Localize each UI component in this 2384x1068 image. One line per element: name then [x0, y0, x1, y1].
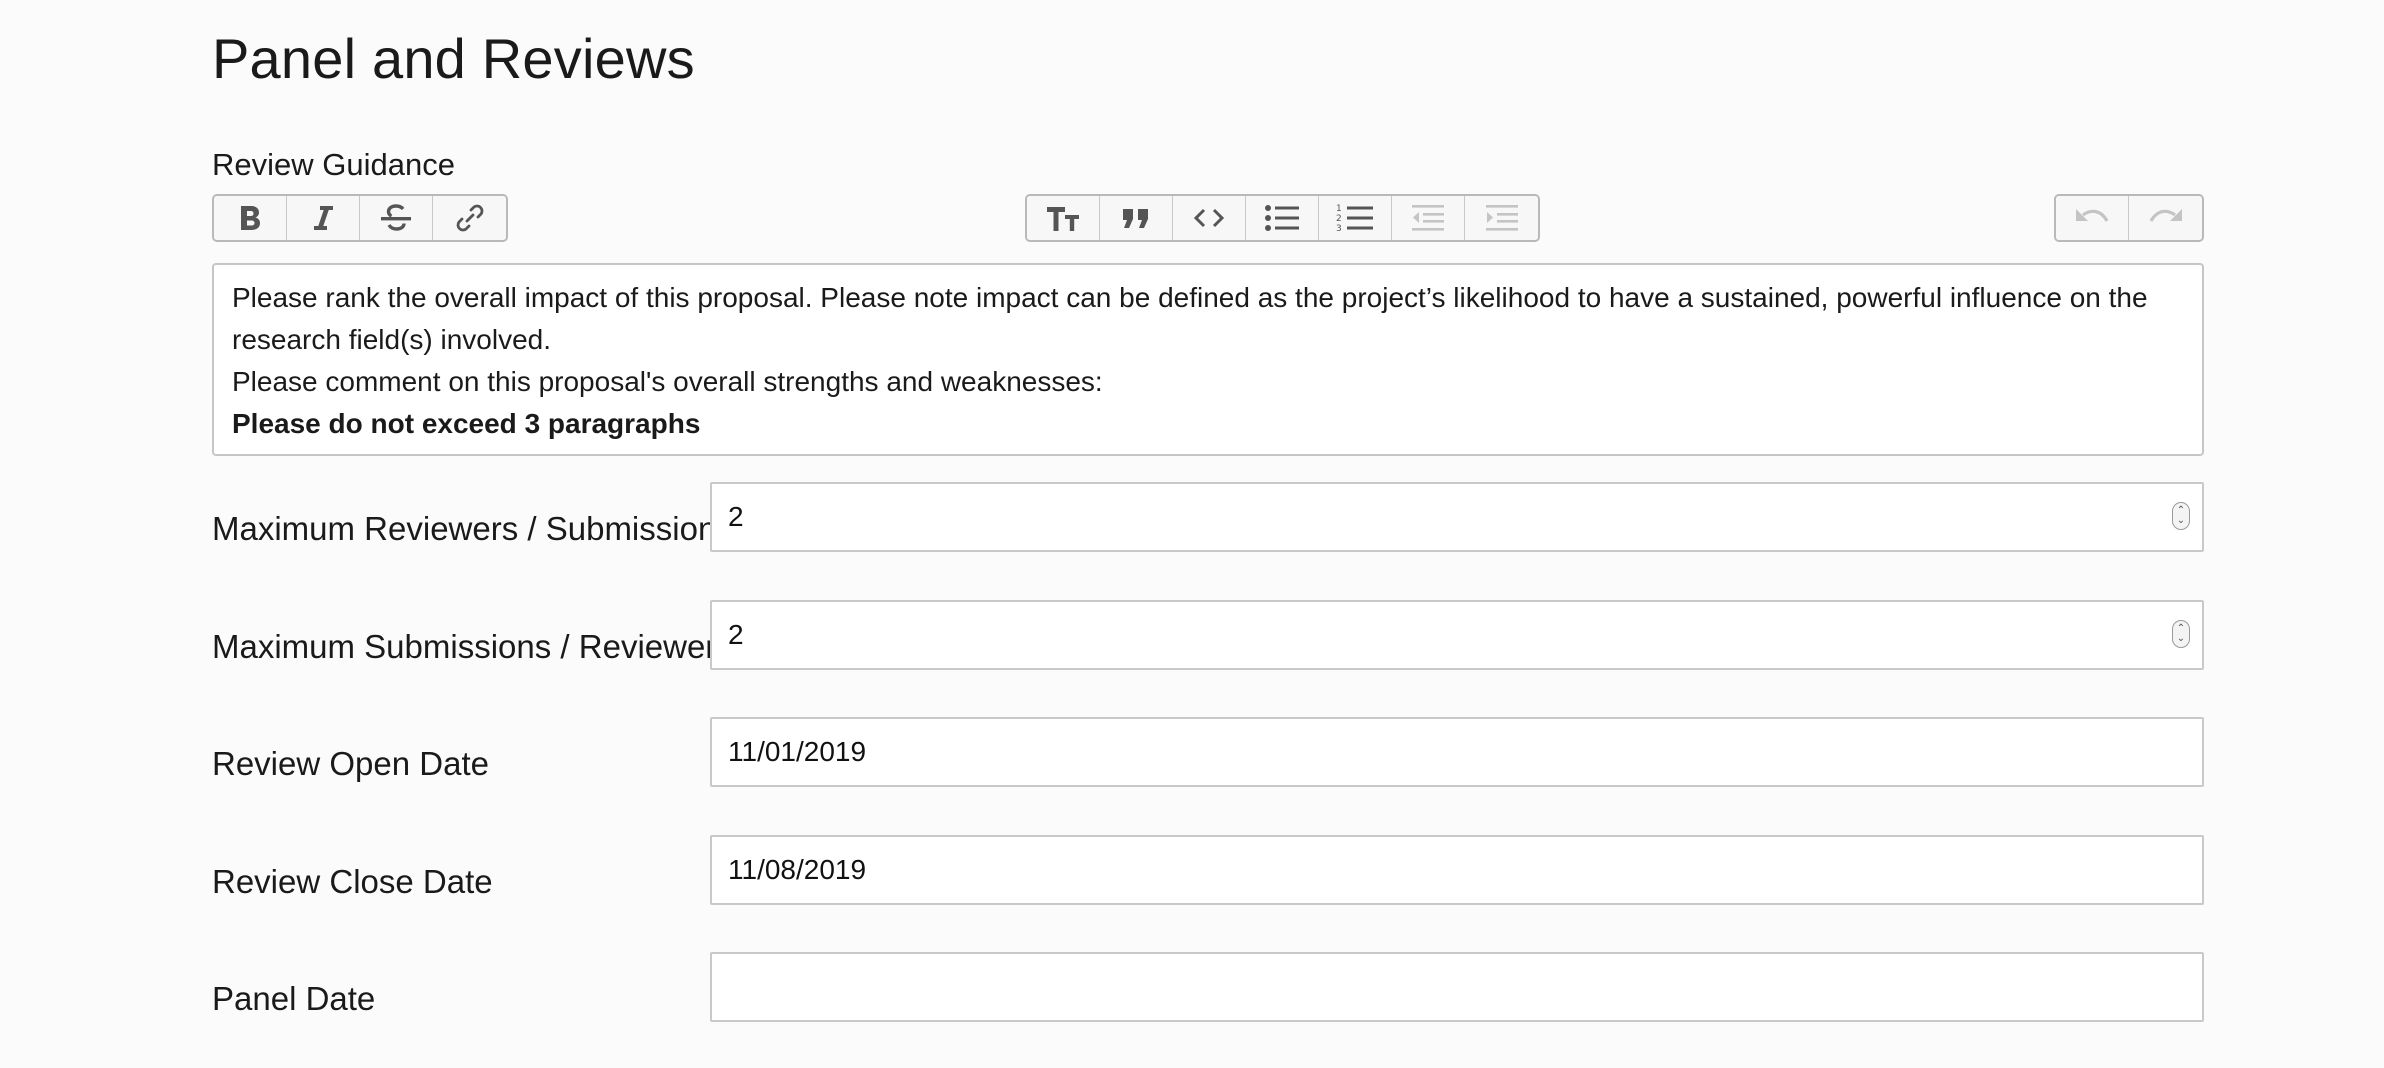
review-close-date-input[interactable]: [710, 835, 2204, 905]
bold-button[interactable]: [214, 196, 287, 240]
max-reviewers-input[interactable]: [710, 482, 2204, 552]
panel-date-input[interactable]: [710, 952, 2204, 1022]
max-submissions-row: Maximum Submissions / Reviewer ⌃ ⌄: [212, 600, 2204, 670]
review-open-date-label: Review Open Date: [212, 745, 489, 782]
quote-button[interactable]: [1100, 196, 1173, 240]
panel-date-label: Panel Date: [212, 980, 376, 1017]
review-open-date-input[interactable]: [710, 717, 2204, 787]
review-close-date-row: Review Close Date: [212, 835, 2204, 905]
svg-text:3: 3: [1336, 224, 1342, 234]
review-close-date-label: Review Close Date: [212, 863, 493, 900]
numbered-list-button[interactable]: 123: [1319, 196, 1392, 240]
panel-date-row: Panel Date: [212, 952, 2204, 1022]
max-reviewers-stepper[interactable]: ⌃ ⌄: [2172, 502, 2190, 530]
max-submissions-wrapper: ⌃ ⌄: [710, 600, 2204, 670]
bullet-list-button[interactable]: [1246, 196, 1319, 240]
chevron-down-icon: ⌄: [2176, 633, 2186, 644]
review-open-date-row: Review Open Date: [212, 717, 2204, 787]
indent-icon: [1485, 205, 1518, 231]
review-guidance-label: Review Guidance: [212, 147, 455, 182]
guidance-paragraph-bold: Please do not exceed 3 paragraphs: [232, 408, 701, 439]
chevron-down-icon: ⌄: [2176, 515, 2186, 526]
max-submissions-stepper[interactable]: ⌃ ⌄: [2172, 620, 2190, 648]
bold-icon: [241, 206, 260, 230]
link-button[interactable]: [433, 196, 506, 240]
bullet-list-icon: [1265, 205, 1299, 231]
redo-icon: [2149, 209, 2182, 222]
history-group: [2054, 194, 2204, 242]
guidance-paragraph: Please comment on this proposal's overal…: [232, 366, 1103, 397]
code-icon: [1193, 208, 1225, 228]
review-guidance-editor[interactable]: Please rank the overall impact of this p…: [212, 263, 2204, 456]
undo-button[interactable]: [2056, 196, 2129, 240]
svg-text:2: 2: [1336, 214, 1342, 224]
quote-icon: [1123, 209, 1148, 228]
strikethrough-button[interactable]: [360, 196, 433, 240]
italic-icon: [314, 206, 333, 230]
redo-button[interactable]: [2129, 196, 2202, 240]
max-submissions-label: Maximum Submissions / Reviewer: [212, 628, 717, 665]
italic-button[interactable]: [287, 196, 360, 240]
numbered-list-icon: 123: [1336, 204, 1373, 234]
max-reviewers-row: Maximum Reviewers / Submission ⌃ ⌄: [212, 482, 2204, 552]
page-title: Panel and Reviews: [212, 27, 695, 90]
heading-icon: [1047, 207, 1079, 231]
undo-icon: [2076, 209, 2109, 222]
svg-text:1: 1: [1336, 204, 1342, 214]
outdent-icon: [1412, 205, 1444, 231]
code-button[interactable]: [1173, 196, 1246, 240]
max-submissions-input[interactable]: [710, 600, 2204, 670]
indent-button[interactable]: [1465, 196, 1538, 240]
strikethrough-icon: [381, 204, 411, 231]
link-icon: [456, 204, 483, 232]
max-reviewers-wrapper: ⌃ ⌄: [710, 482, 2204, 552]
block-format-group: 123: [1025, 194, 1540, 242]
editor-toolbar: 123: [212, 194, 2204, 242]
max-reviewers-label: Maximum Reviewers / Submission: [212, 510, 717, 547]
heading-button[interactable]: [1027, 196, 1100, 240]
guidance-paragraph: Please rank the overall impact of this p…: [232, 282, 2148, 355]
text-format-group: [212, 194, 508, 242]
outdent-button[interactable]: [1392, 196, 1465, 240]
